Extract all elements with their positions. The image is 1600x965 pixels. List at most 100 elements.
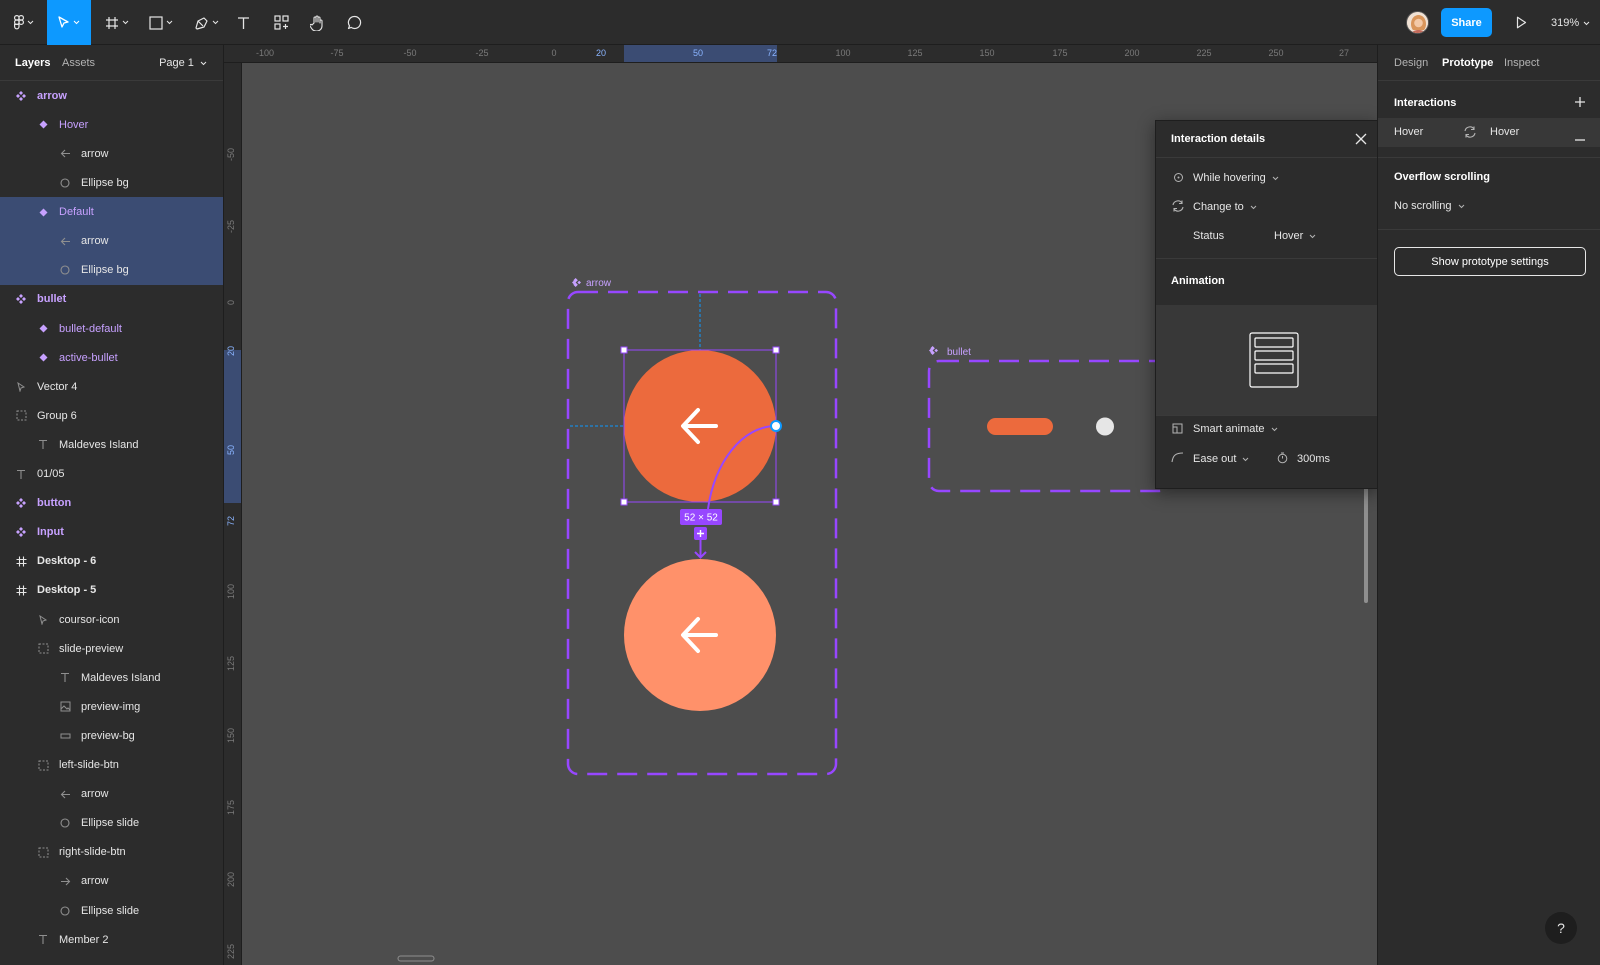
zoom-menu[interactable]: 319% <box>1551 0 1590 45</box>
layer-item[interactable]: Hover <box>0 110 223 140</box>
easing-dropdown[interactable]: Ease out <box>1193 453 1249 465</box>
layer-item[interactable]: Default <box>0 197 223 227</box>
layer-item[interactable]: arrow <box>0 867 223 897</box>
animation-preview <box>1156 305 1377 415</box>
layer-label: Group 6 <box>37 409 77 422</box>
layer-label: button <box>37 497 72 510</box>
layer-label: arrow <box>81 875 109 888</box>
layer-item[interactable]: bullet-default <box>0 314 223 344</box>
variant-icon <box>35 208 51 217</box>
move-tool-button[interactable] <box>47 0 91 45</box>
layer-item[interactable]: arrow <box>0 779 223 809</box>
layer-item[interactable]: Ellipse bg <box>0 168 223 198</box>
layer-item[interactable]: arrow <box>0 139 223 169</box>
layer-label: arrow <box>81 235 109 248</box>
rectangle-icon <box>149 15 163 30</box>
horizontal-scrollbar[interactable] <box>397 955 435 962</box>
chevron-down-icon <box>1250 205 1257 210</box>
layer-item[interactable]: active-bullet <box>0 343 223 373</box>
add-interaction-plus-icon[interactable] <box>1574 96 1586 111</box>
animation-type-value: Smart animate <box>1193 423 1265 435</box>
layer-item[interactable]: Vector 4 <box>0 372 223 402</box>
close-icon[interactable] <box>1355 133 1367 148</box>
layer-item[interactable]: bullet <box>0 285 223 315</box>
layer-item[interactable]: arrow <box>0 81 223 111</box>
layer-item[interactable]: left-slide-btn <box>0 750 223 780</box>
tab-design[interactable]: Design <box>1394 57 1428 69</box>
frame-tool-button[interactable] <box>101 0 133 45</box>
arrow-left-icon <box>57 149 73 158</box>
show-prototype-settings-button[interactable]: Show prototype settings <box>1394 247 1586 276</box>
smart-animate-preview-icon <box>1249 332 1299 388</box>
main-menu-button[interactable] <box>6 0 42 45</box>
interaction-row[interactable]: Hover Hover <box>1378 118 1600 147</box>
layer-item[interactable]: Maldeves Island <box>0 430 223 460</box>
layer-item[interactable]: 01/05 <box>0 459 223 489</box>
layer-item[interactable]: Desktop - 5 <box>0 576 223 606</box>
hand-icon <box>309 14 325 31</box>
layer-item[interactable]: Member 2 <box>0 925 223 955</box>
variant-hover[interactable] <box>624 559 776 711</box>
layer-item[interactable]: Input <box>0 518 223 548</box>
text-icon <box>57 672 73 683</box>
right-panel-tabs: Design Prototype Inspect <box>1378 45 1600 81</box>
tab-prototype[interactable]: Prototype <box>1442 57 1493 69</box>
popover-title: Interaction details <box>1171 133 1266 145</box>
action-dropdown[interactable]: Change to <box>1193 201 1257 213</box>
layer-item[interactable]: slide-preview <box>0 634 223 664</box>
trigger-dropdown[interactable]: While hovering <box>1193 172 1279 184</box>
text-tool-button[interactable] <box>232 0 254 45</box>
add-interaction-button[interactable] <box>694 527 707 540</box>
vertical-scrollbar[interactable] <box>1364 483 1368 603</box>
frame-icon <box>13 556 29 567</box>
layer-label: arrow <box>81 788 109 801</box>
layer-item[interactable]: preview-bg <box>0 721 223 751</box>
overflow-dropdown[interactable]: No scrolling <box>1394 200 1465 212</box>
ruler-tick-label: -25 <box>475 48 489 58</box>
layer-item[interactable]: arrow <box>0 226 223 257</box>
ruler-tick-label: 150 <box>979 48 995 58</box>
component-set-bullet-frame[interactable]: bullet <box>927 346 1171 493</box>
variant-default[interactable] <box>624 350 776 502</box>
remove-interaction-icon[interactable] <box>1574 132 1586 144</box>
layer-item[interactable]: Ellipse slide <box>0 809 223 839</box>
help-button[interactable]: ? <box>1545 912 1577 944</box>
frame-bullet-label: bullet <box>947 347 971 358</box>
tab-inspect[interactable]: Inspect <box>1504 57 1539 69</box>
layer-item[interactable]: preview-img <box>0 692 223 722</box>
divider <box>1156 258 1377 259</box>
tab-assets[interactable]: Assets <box>62 57 95 69</box>
layer-item[interactable]: Ellipse slide <box>0 896 223 926</box>
layer-item[interactable]: Ellipse bg <box>0 255 223 286</box>
comment-tool-button[interactable] <box>343 0 365 45</box>
layer-item[interactable]: Group 6 <box>0 401 223 431</box>
vector-icon <box>35 614 51 625</box>
ruler-horizontal: -100 -75 -50 -25 0 20 50 72 100 125 150 175 200 225 25… <box>224 45 1377 63</box>
layer-item[interactable]: coursor-icon <box>0 605 223 635</box>
animation-type-dropdown[interactable]: Smart animate <box>1193 423 1278 435</box>
resources-tool-button[interactable] <box>270 0 292 45</box>
duration-input[interactable]: 300ms <box>1297 453 1330 465</box>
layer-item[interactable]: Desktop - 6 <box>0 547 223 577</box>
chevron-down-icon <box>1458 204 1464 209</box>
frame-icon <box>105 16 119 30</box>
user-avatar[interactable] <box>1406 11 1429 34</box>
layer-label: Vector 4 <box>37 380 78 393</box>
cursor-icon <box>58 15 70 30</box>
connection-handle[interactable] <box>770 420 782 432</box>
layer-item[interactable]: button <box>0 488 223 518</box>
ellipse-icon <box>57 265 73 275</box>
property-value-dropdown[interactable]: Hover <box>1274 230 1316 242</box>
hand-tool-button[interactable] <box>306 0 328 45</box>
ruler-tick-label: 175 <box>1052 48 1068 58</box>
page-selector-label: Page 1 <box>159 57 194 69</box>
present-button[interactable] <box>1510 0 1532 45</box>
pen-tool-button[interactable] <box>189 0 223 45</box>
tab-layers[interactable]: Layers <box>15 57 50 69</box>
page-selector[interactable]: Page 1 <box>159 57 207 69</box>
layer-item[interactable]: Maldeves Island <box>0 663 223 693</box>
share-button[interactable]: Share <box>1441 8 1492 37</box>
divider <box>1156 415 1377 416</box>
layer-item[interactable]: right-slide-btn <box>0 838 223 868</box>
shape-tool-button[interactable] <box>145 0 177 45</box>
